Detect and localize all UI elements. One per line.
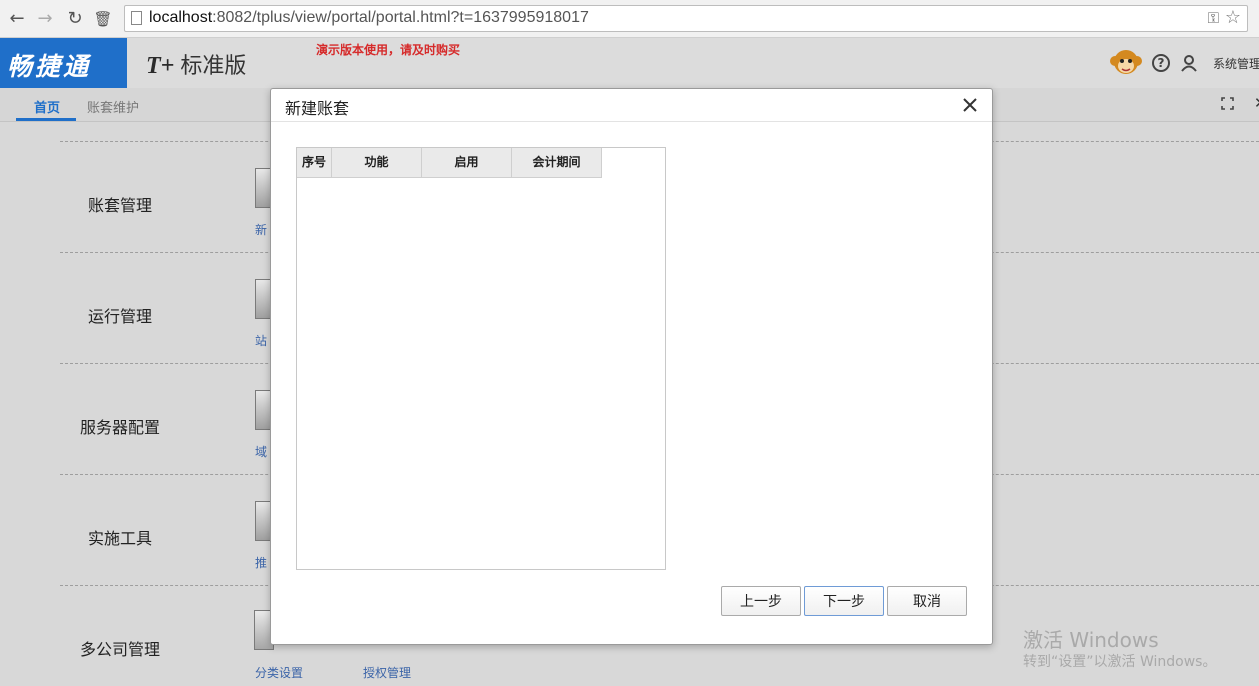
section-label: 实施工具 [87,529,152,548]
back-arrow-icon[interactable]: ← [6,8,28,30]
page-icon [131,11,142,25]
license-management-link[interactable]: 授权管理 [363,664,411,681]
section-label: 账套管理 [87,196,152,215]
fullscreen-icon[interactable] [1221,97,1234,110]
demo-notice[interactable]: 演示版本使用，请及时购买 [316,41,460,58]
activation-watermark-subtitle: 转到“设置”以激活 Windows。 [1023,654,1217,670]
address-bar[interactable]: localhost:8082/tplus/view/portal/portal.… [124,5,1248,32]
key-icon[interactable]: ⚿ [1208,9,1219,27]
dialog-title: 新建账套 [285,99,350,118]
reload-icon[interactable]: ↻ [64,8,86,30]
section-label: 多公司管理 [79,640,160,659]
active-tab-indicator [16,118,76,121]
table-header: 序号 功能 启用 会计期间 [297,148,602,178]
new-account-dialog: 新建账套 序号 功能 启用 会计期间 上一步 下一步 取消 [270,88,993,645]
close-icon[interactable]: ✕ [1254,94,1259,112]
logo-text: 畅捷通 [7,54,92,81]
user-icon[interactable] [1180,54,1198,72]
browser-toolbar: ← → ↻ 🗑 localhost:8082/tplus/view/portal… [0,0,1259,38]
column-header-enable[interactable]: 启用 [422,148,512,178]
module-table: 序号 功能 启用 会计期间 [296,147,666,570]
product-name: T+ 标准版 [146,53,247,79]
section-link[interactable]: 域 [255,443,267,460]
section-label: 服务器配置 [79,418,160,437]
monkey-avatar-icon[interactable] [1110,48,1142,78]
trash-icon[interactable]: 🗑 [92,8,114,30]
next-step-button[interactable]: 下一步 [804,586,884,616]
help-icon[interactable]: ? [1152,54,1170,72]
category-settings-link[interactable]: 分类设置 [255,664,303,681]
logo: 畅捷通 [0,38,127,88]
system-management-link[interactable]: 系统管理 [1213,55,1259,72]
column-header-function[interactable]: 功能 [332,148,422,178]
close-icon[interactable] [959,94,981,116]
activation-watermark-title: 激活 Windows [1023,628,1159,652]
section-link[interactable]: 推 [255,554,267,571]
column-header-period[interactable]: 会计期间 [512,148,602,178]
app-header: 畅捷通 T+ 标准版 演示版本使用，请及时购买 ? 系统管理 [0,38,1259,88]
column-header-seq[interactable]: 序号 [297,148,332,178]
section-link[interactable]: 站 [255,332,267,349]
forward-arrow-icon[interactable]: → [34,8,56,30]
dialog-header: 新建账套 [271,89,992,122]
url-text[interactable]: localhost:8082/tplus/view/portal/portal.… [149,9,589,27]
previous-step-button[interactable]: 上一步 [721,586,801,616]
section-label: 运行管理 [87,307,152,326]
section-link[interactable]: 新 [255,221,267,238]
star-icon[interactable]: ☆ [1225,7,1241,28]
tab-home[interactable]: 首页 [34,97,60,116]
cancel-button[interactable]: 取消 [887,586,967,616]
tab-account-maintenance[interactable]: 账套维护 [87,97,139,116]
